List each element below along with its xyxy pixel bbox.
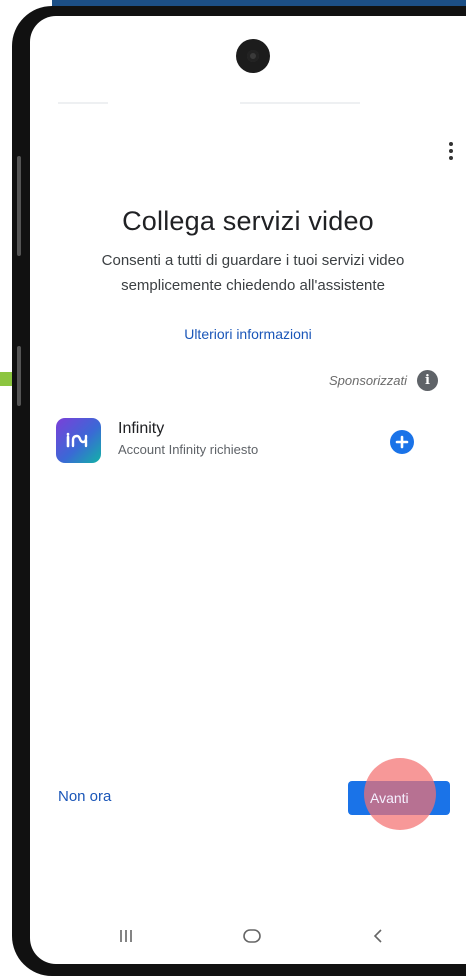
service-description: Account Infinity richiesto bbox=[118, 442, 259, 457]
recent-apps-button[interactable] bbox=[96, 906, 156, 964]
power-button bbox=[17, 346, 21, 406]
add-circle-icon bbox=[395, 435, 409, 449]
volume-button bbox=[17, 156, 21, 256]
add-service-button[interactable] bbox=[390, 430, 414, 454]
page-subtitle: Consenti a tutti di guardare i tuoi serv… bbox=[101, 252, 405, 294]
more-vert-icon bbox=[449, 142, 453, 146]
infinity-logo-icon bbox=[56, 418, 101, 463]
info-icon[interactable]: i bbox=[417, 370, 438, 391]
back-icon bbox=[373, 929, 382, 943]
sponsored-section: Sponsorizzati i bbox=[329, 370, 438, 391]
page-title: Collega servizi video bbox=[122, 206, 374, 236]
front-camera bbox=[236, 39, 270, 73]
recent-apps-icon bbox=[120, 930, 132, 942]
navigation-bar bbox=[30, 906, 466, 964]
service-name: Infinity bbox=[118, 420, 165, 437]
service-item[interactable]: Infinity Account Infinity richiesto bbox=[56, 416, 436, 468]
not-now-button[interactable]: Non ora bbox=[58, 788, 111, 805]
status-bar-hint bbox=[58, 102, 108, 104]
phone-screen: Collega servizi video Consenti a tutti d… bbox=[30, 16, 466, 964]
more-options-button[interactable] bbox=[442, 134, 460, 168]
learn-more-link[interactable]: Ulteriori informazioni bbox=[30, 326, 466, 342]
infinity-glyph bbox=[66, 432, 87, 447]
next-button-label: Avanti bbox=[370, 790, 409, 806]
home-icon bbox=[243, 929, 261, 943]
status-bar-hint bbox=[240, 102, 360, 104]
back-button[interactable] bbox=[348, 906, 408, 964]
home-button[interactable] bbox=[222, 906, 282, 964]
sponsored-label: Sponsorizzati bbox=[328, 373, 407, 388]
